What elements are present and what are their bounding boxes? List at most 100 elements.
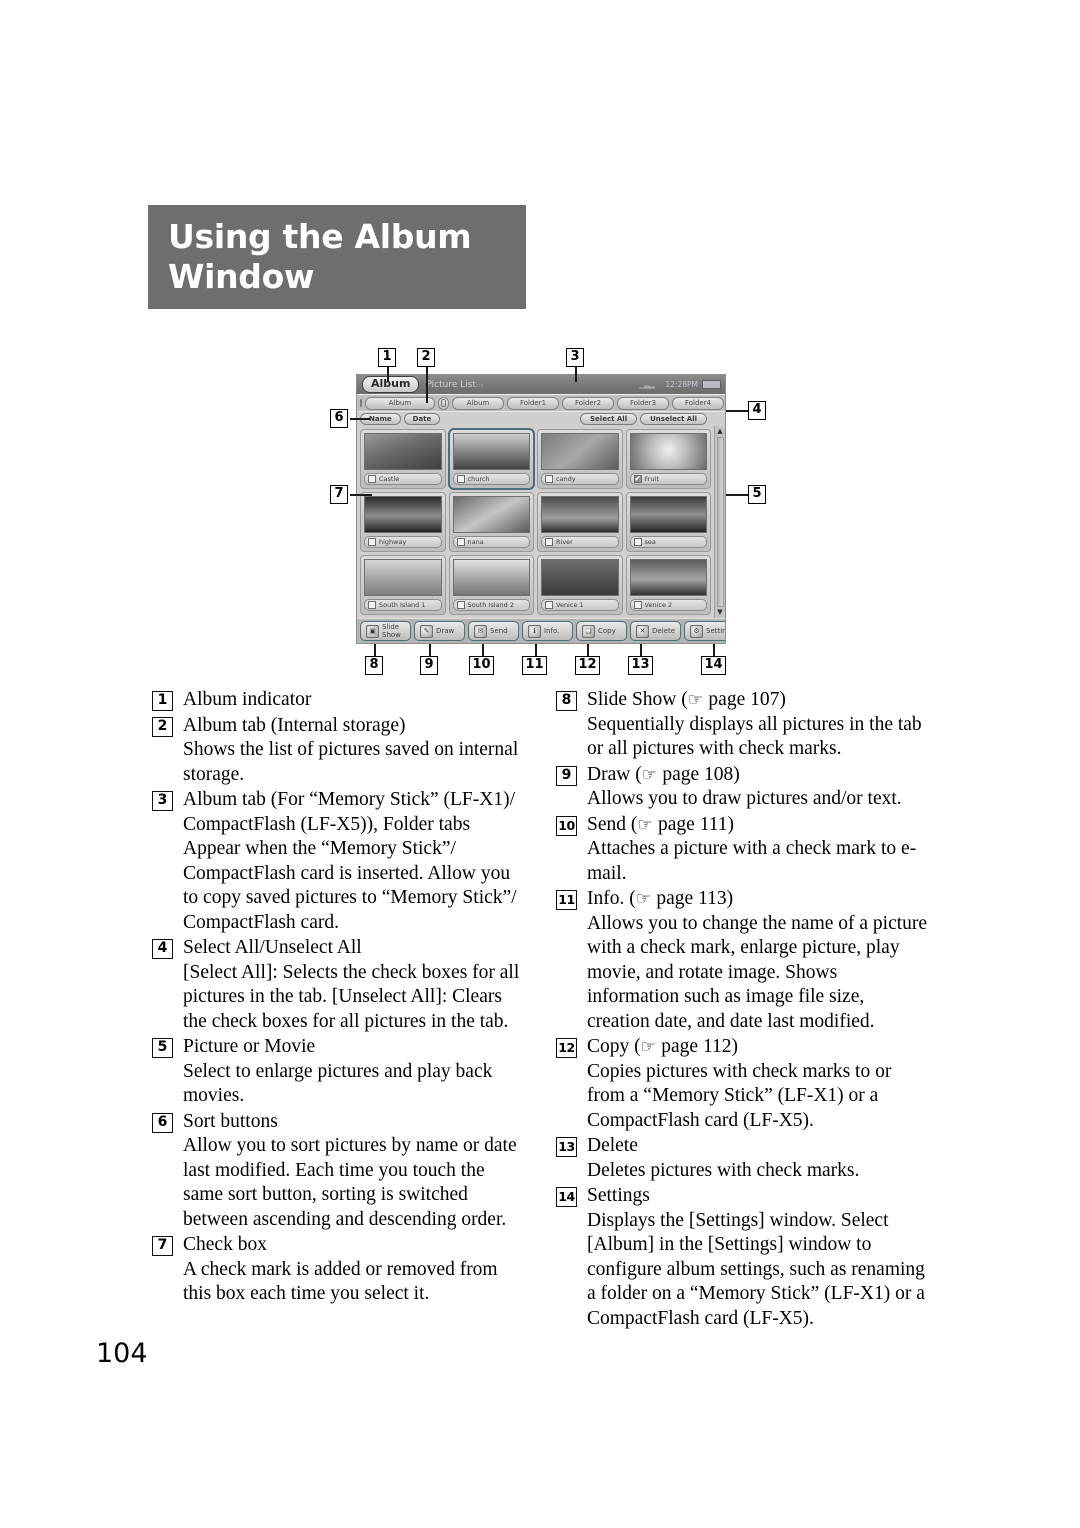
info-button[interactable]: ℹ Info. (522, 621, 573, 641)
scroll-down-icon[interactable]: ▼ (717, 609, 722, 616)
legend-title-text: Send ( (587, 813, 638, 835)
legend-title-end: ) (726, 888, 734, 909)
tab-folder3[interactable]: Folder3 (617, 396, 669, 410)
window-title: Picture List (426, 379, 476, 390)
thumbnail-image[interactable] (541, 496, 619, 533)
legend-text: Settings Displays the [Settings] window. … (587, 1184, 931, 1331)
thumbnail-cell[interactable]: River (537, 492, 623, 552)
callout-12: 12 (575, 656, 600, 675)
leader-line-5 (726, 494, 748, 496)
copy-button[interactable]: ❏ Copy (576, 621, 627, 641)
checkbox[interactable] (368, 475, 376, 483)
thumbnail-cell[interactable]: South Island 1 (360, 555, 446, 615)
thumbnail-image[interactable] (629, 496, 707, 533)
toolbar-button-label: Copy (598, 627, 616, 635)
slide-show-button[interactable]: ▣ Slide Show (360, 621, 411, 641)
callout-5: 5 (748, 485, 766, 504)
thumbnail-image[interactable] (452, 433, 530, 470)
legend-title-end: ) (727, 813, 735, 835)
thumbnail-cell[interactable]: South Island 2 (448, 555, 534, 615)
thumbnail-grid-area: Castle church candy Fruit highway nana River se… (357, 426, 725, 618)
thumbnail-image[interactable] (541, 559, 619, 596)
legend-number-badge: 2 (152, 716, 173, 737)
tab-folder1[interactable]: Folder1 (507, 396, 559, 410)
settings-button[interactable]: ⚙Settings (684, 621, 725, 641)
legend-number-badge: 5 (152, 1038, 173, 1058)
legend-description: Displays the [Settings] window. Select [… (587, 1209, 925, 1329)
checkbox[interactable] (368, 601, 376, 609)
legend-entry: 13 Delete Deletes pictures with check mark… (556, 1134, 931, 1183)
checkbox[interactable] (456, 538, 465, 546)
legend-title: Delete (587, 1135, 638, 1156)
callout-1: 1 (378, 348, 396, 367)
titlebar-glyph-left: ▭ (477, 380, 484, 389)
unselect-all-button[interactable]: Unselect All (640, 413, 707, 425)
legend-entry: 10 Send (☞ page 111) Attaches a picture wi… (556, 813, 931, 887)
thumbnail-image[interactable] (364, 433, 442, 470)
thumbnail-image[interactable] (629, 433, 707, 470)
tab-album[interactable]: Album (452, 396, 504, 410)
legend-description: Allow you to sort pictures by name or da… (183, 1135, 517, 1230)
album-indicator: Album (362, 376, 420, 393)
thumbnail-image[interactable] (364, 496, 442, 533)
thumbnail-image[interactable] (629, 559, 707, 596)
checkbox[interactable] (545, 475, 553, 483)
checkbox[interactable] (545, 601, 553, 609)
tab-folder4[interactable]: Folder4 (672, 396, 724, 410)
thumbnail-cell[interactable]: Fruit (625, 429, 711, 489)
checkbox[interactable] (368, 538, 376, 546)
page-title-line2: Window (168, 257, 315, 296)
thumbnail-cell[interactable]: church (447, 428, 535, 490)
legend-description: Allows you to draw pictures and/or text. (587, 788, 902, 809)
legend-number-badge: 14 (556, 1187, 577, 1207)
memorystick-tab-icon[interactable] (438, 396, 449, 410)
tab-internal-album[interactable]: Album (365, 396, 435, 410)
thumbnail-image[interactable] (541, 433, 619, 470)
legend-text: Select All/Unselect All [Select All]: Sel… (183, 936, 527, 1034)
checkbox[interactable] (456, 475, 465, 483)
thumbnail-cell[interactable]: Venice 1 (537, 555, 623, 615)
legend-title-text: Draw ( (587, 763, 642, 785)
legend-text: Album indicator (183, 688, 527, 713)
thumbnail-cell[interactable]: Castle (360, 429, 446, 489)
tab-folder2[interactable]: Folder2 (562, 396, 614, 410)
leader-line-6 (350, 418, 370, 420)
legend-text: Slide Show (☞ page 107) Sequentially disp… (587, 688, 931, 762)
scrollbar-track[interactable] (716, 437, 724, 607)
sort-row: Name Date Select All Unselect All (357, 411, 725, 426)
checkbox[interactable] (633, 538, 642, 546)
album-window-screenshot: Album Picture List ▭ ▁▃▂ 12:28PM Album A… (356, 374, 726, 644)
thumbnail-caption: South Island 1 (364, 599, 442, 611)
thumbnail-image[interactable] (452, 496, 530, 533)
thumbnail-cell[interactable]: nana (448, 492, 534, 552)
legend-title: Copy (☞ page 112) (587, 1035, 931, 1060)
thumbnail-caption: Fruit (629, 473, 707, 485)
send-button[interactable]: ✉ Send (468, 621, 519, 641)
thumbnail-image[interactable] (364, 559, 442, 596)
checkbox[interactable] (633, 601, 642, 609)
delete-button[interactable]: ✕ Delete (630, 621, 681, 641)
thumbnail-cell[interactable]: sea (625, 492, 711, 552)
grid-scrollbar[interactable]: ▲ ▼ (714, 426, 725, 618)
thumbnail-cell[interactable]: highway (360, 492, 446, 552)
scroll-up-icon[interactable]: ▲ (717, 428, 722, 435)
thumbnail-cell[interactable]: Venice 2 (625, 555, 711, 615)
legend-title-text: Info. ( (587, 888, 636, 909)
page-title-line1: Using the Album (168, 217, 472, 256)
select-all-button[interactable]: Select All (580, 413, 638, 425)
delete-icon: ✕ (636, 624, 649, 638)
legend-title-text: Copy ( (587, 1036, 641, 1057)
checkbox[interactable] (456, 601, 465, 609)
pointing-hand-icon: ☞ (635, 889, 657, 909)
legend-title: Draw (☞ page 108) (587, 763, 931, 788)
thumbnail-image[interactable] (452, 559, 530, 596)
draw-button[interactable]: ✎ Draw (414, 621, 465, 641)
legend-description: Copies pictures with check marks to or f… (587, 1060, 892, 1131)
sort-button-date[interactable]: Date (403, 413, 441, 425)
checkbox-checked[interactable] (633, 474, 642, 483)
thumbnail-cell[interactable]: candy (537, 429, 623, 489)
legend-title: Album indicator (183, 689, 312, 710)
checkbox[interactable] (545, 538, 553, 546)
thumbnail-caption: highway (364, 536, 442, 548)
legend-description: Attaches a picture with a check mark to … (587, 838, 917, 884)
